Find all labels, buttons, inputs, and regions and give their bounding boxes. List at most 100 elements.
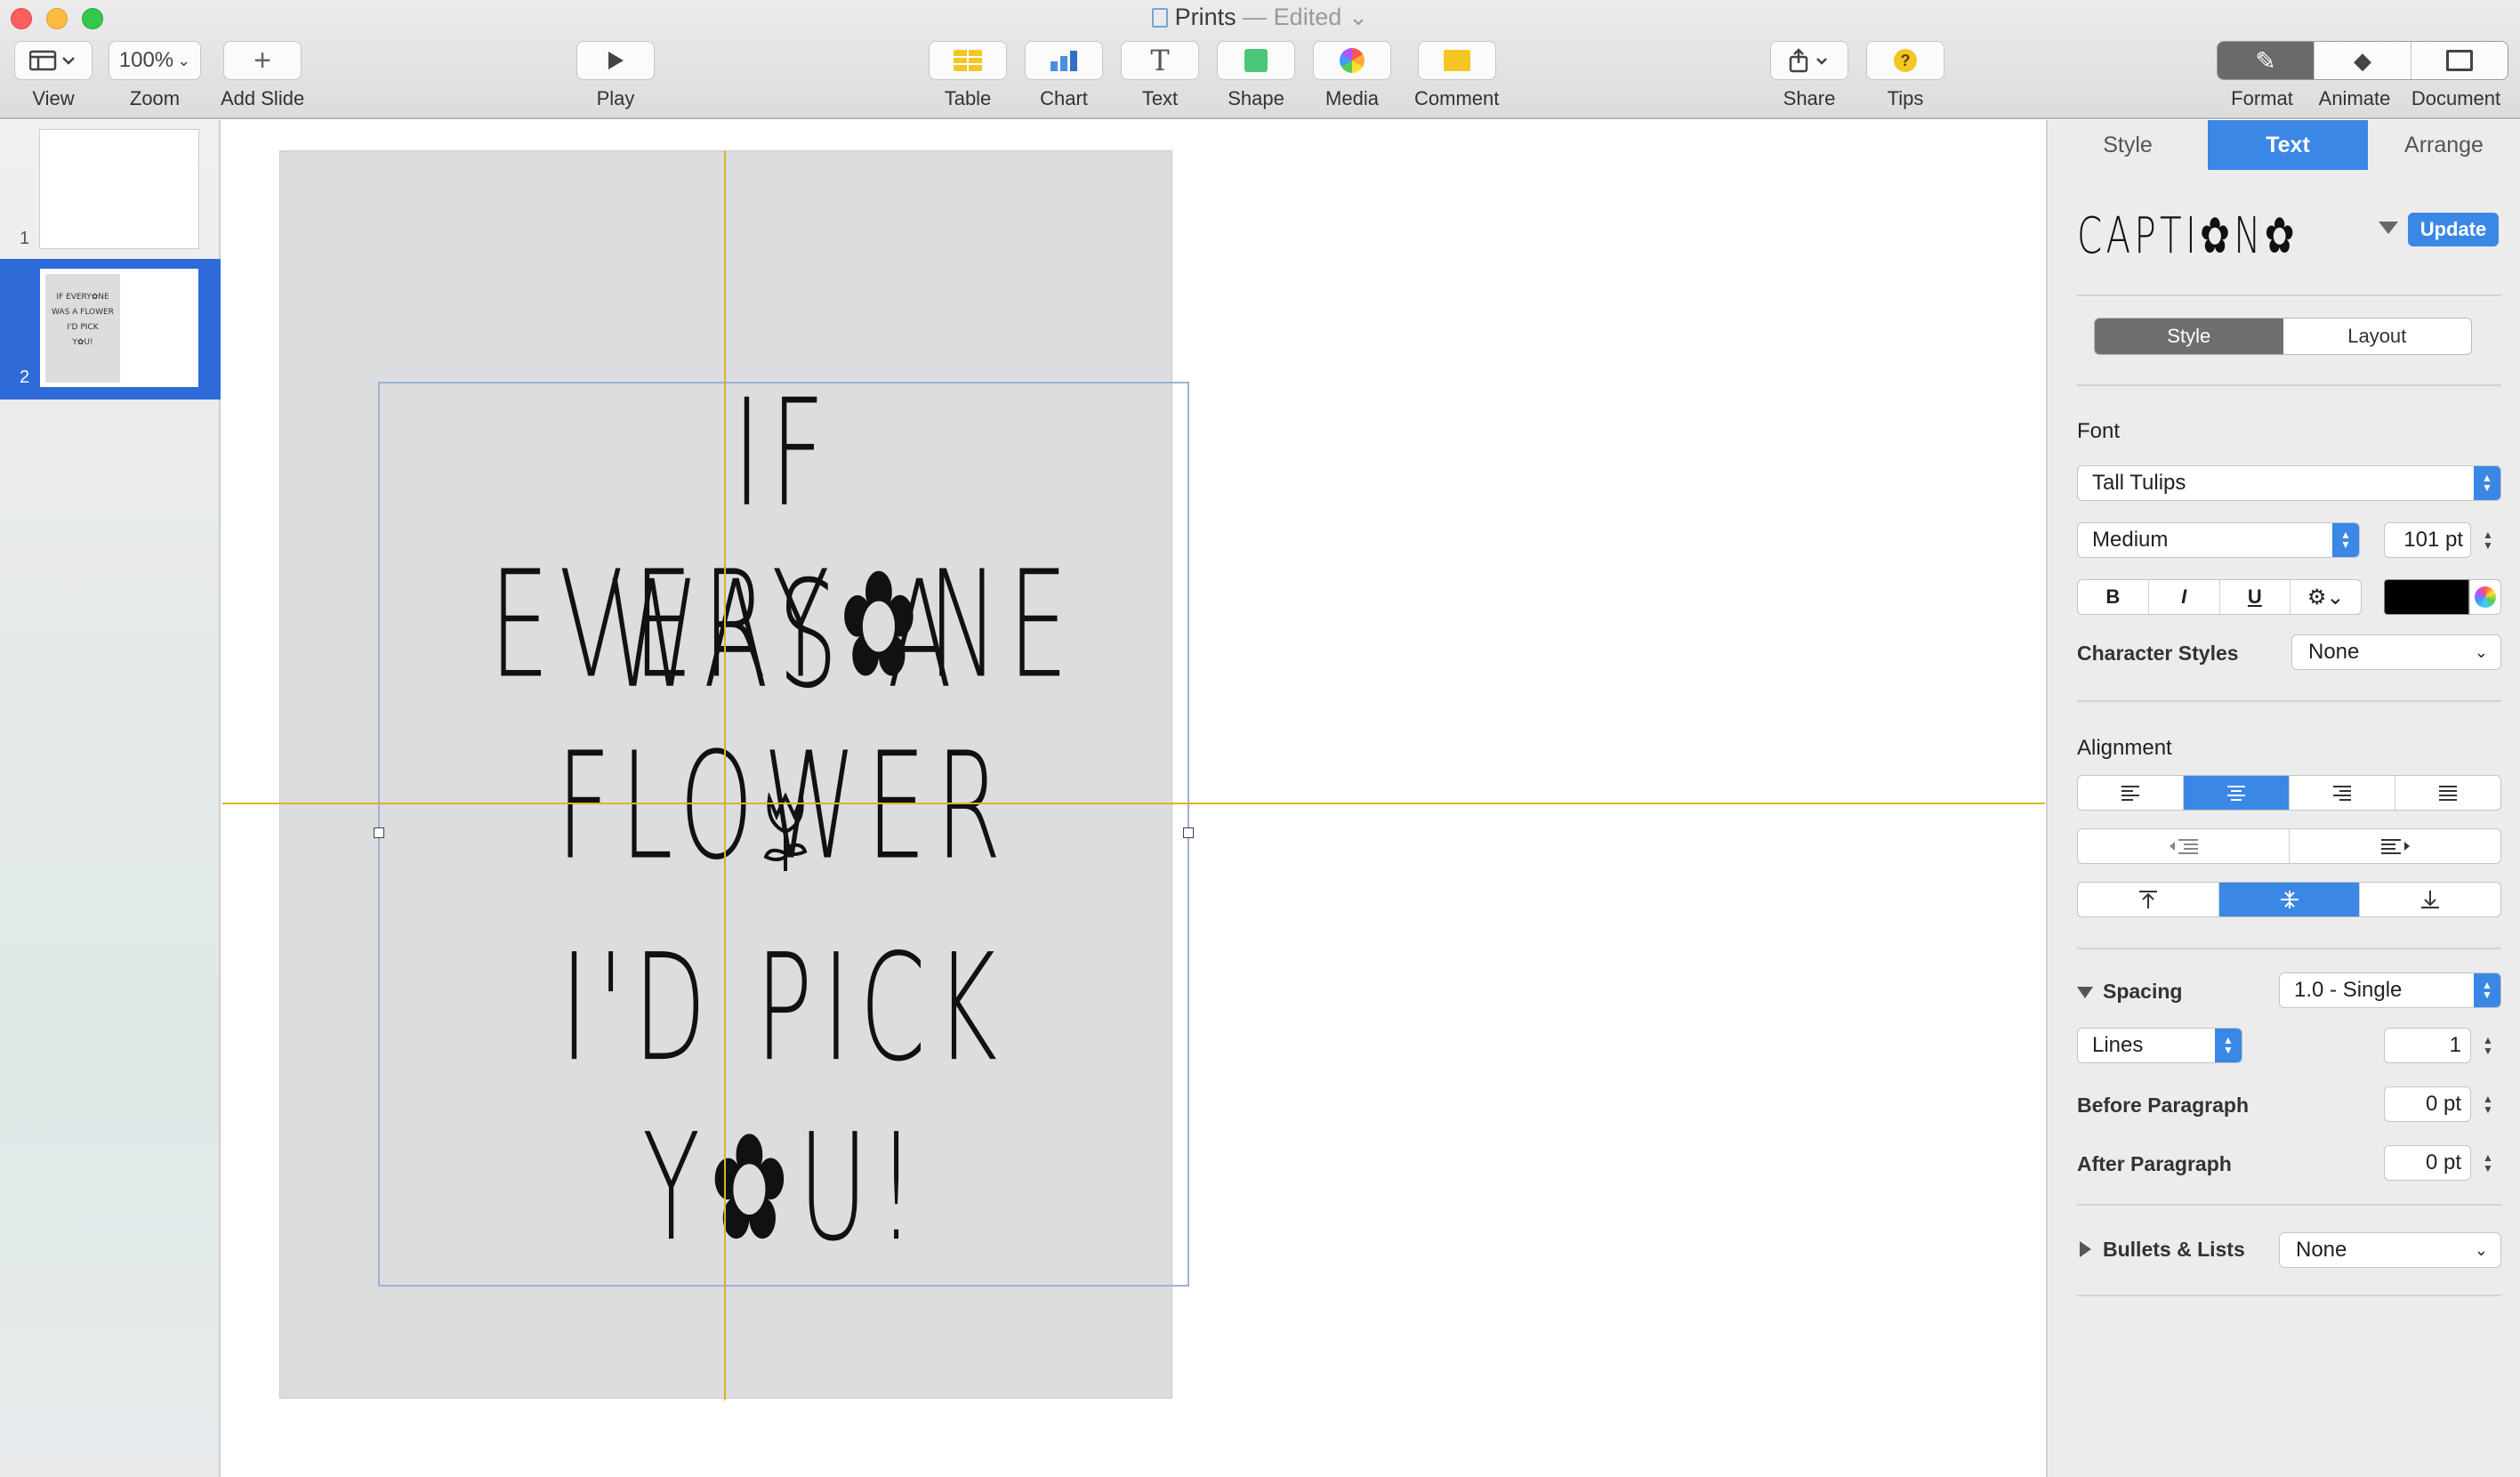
after-paragraph-stepper[interactable]: ▲ ▼ — [2478, 1145, 2498, 1181]
text-label: Text — [1141, 87, 1179, 109]
character-styles-select[interactable]: None ⌄ — [2291, 634, 2501, 670]
align-left-button[interactable] — [2078, 776, 2184, 810]
subtab-style[interactable]: Style — [2095, 319, 2283, 354]
updown-arrows-icon: ▲ ▼ — [2332, 523, 2359, 557]
table-button[interactable]: Table — [929, 41, 1007, 110]
align-right-button[interactable] — [2290, 776, 2395, 810]
horizontal-alignment-guide — [222, 803, 2045, 804]
tips-button[interactable]: ? Tips — [1866, 41, 1944, 110]
document-label: Document — [2411, 87, 2501, 109]
text-options-gear-icon[interactable]: ⚙⌄ — [2291, 580, 2361, 614]
media-button[interactable]: Media — [1313, 41, 1391, 110]
updown-arrows-icon: ▲ ▼ — [2474, 973, 2500, 1007]
increase-indent-button[interactable] — [2290, 829, 2500, 863]
subtab-layout[interactable]: Layout — [2283, 319, 2472, 354]
spacing-select[interactable]: 1.0 - Single ▲ ▼ — [2279, 973, 2501, 1008]
share-label: Share — [1783, 87, 1836, 109]
slide-thumbnail-2[interactable]: IF EVERY✿NE WAS A FLOWER I'D PICK Y✿U! — [39, 268, 199, 388]
slide-number-2: 2 — [20, 367, 30, 387]
spacing-disclosure-triangle-icon[interactable] — [2077, 987, 2093, 998]
share-icon — [1770, 41, 1848, 80]
after-paragraph-label: After Paragraph — [2077, 1152, 2232, 1175]
edited-status[interactable]: — Edited — [1243, 4, 1341, 30]
underline-button[interactable]: U — [2220, 580, 2291, 614]
play-icon — [576, 41, 655, 80]
view-button[interactable]: View — [14, 41, 93, 110]
font-name-select[interactable]: Tall Tulips ▲ ▼ — [2077, 465, 2501, 501]
text-button[interactable]: T Text — [1121, 41, 1199, 110]
line-spacing-field[interactable]: 1 — [2384, 1028, 2471, 1063]
align-center-button[interactable] — [2184, 776, 2290, 810]
align-top-button[interactable] — [2078, 883, 2219, 916]
justify-button[interactable] — [2395, 776, 2500, 810]
slide-thumbnail-1[interactable] — [39, 129, 199, 249]
slide[interactable]: IF EVERY✿NE WAS A FLOWER I'D PICK Y✿U! — [279, 150, 1194, 1399]
format-button[interactable]: ✎ — [2218, 42, 2315, 79]
vertical-alignment-control — [2077, 882, 2501, 917]
font-weight-select[interactable]: Medium ▲ ▼ — [2077, 522, 2360, 558]
line-spacing-stepper[interactable]: ▲ ▼ — [2478, 1028, 2498, 1063]
italic-button[interactable]: I — [2149, 580, 2220, 614]
align-middle-button[interactable] — [2218, 883, 2361, 916]
shape-button[interactable]: Shape — [1217, 41, 1295, 110]
decrease-indent-button[interactable] — [2078, 829, 2290, 863]
paragraph-style-menu-triangle-icon[interactable] — [2379, 222, 2398, 234]
resize-handle-right[interactable] — [1183, 827, 1194, 838]
align-bottom-button[interactable] — [2360, 883, 2500, 916]
update-button[interactable]: Update — [2408, 213, 2499, 246]
share-button[interactable]: Share — [1770, 41, 1848, 110]
spacing-label: Spacing — [2103, 980, 2183, 1003]
shape-icon — [1217, 41, 1295, 80]
font-name-value: Tall Tulips — [2092, 471, 2186, 495]
before-paragraph-label: Before Paragraph — [2077, 1094, 2250, 1117]
font-weight-value: Medium — [2092, 528, 2169, 552]
format-inspector: Style Text Arrange CAPTI✿N✿ Update Style… — [2046, 120, 2520, 1477]
text-box[interactable]: IF EVERY✿NE WAS A FLOWER I'D PICK Y✿U! — [374, 368, 1194, 1287]
text-icon: T — [1121, 41, 1199, 80]
document-button[interactable] — [2411, 42, 2508, 79]
play-button[interactable]: Play — [576, 41, 655, 110]
line-spacing-mode-select[interactable]: Lines ▲ ▼ — [2077, 1028, 2242, 1063]
add-slide-button[interactable]: + Add Slide — [221, 41, 304, 110]
bullets-lists-select[interactable]: None ⌄ — [2279, 1232, 2501, 1268]
add-slide-label: Add Slide — [221, 87, 305, 109]
shape-label: Shape — [1228, 87, 1284, 109]
font-size-field[interactable]: 101 pt — [2384, 522, 2471, 558]
indent-control — [2077, 828, 2501, 864]
animate-button[interactable]: ◆ — [2315, 42, 2411, 79]
resize-handle-left[interactable] — [374, 827, 384, 838]
paragraph-style-preview[interactable]: CAPTI✿N✿ — [2077, 197, 2295, 277]
color-wheel-icon[interactable] — [2469, 579, 2501, 615]
tab-text[interactable]: Text — [2208, 120, 2368, 170]
alignment-label: Alignment — [2077, 736, 2172, 760]
before-paragraph-stepper[interactable]: ▲ ▼ — [2478, 1086, 2498, 1122]
comment-button[interactable]: Comment — [1414, 41, 1499, 110]
font-size-stepper[interactable]: ▲ ▼ — [2478, 522, 2498, 558]
toolbar: Prints — Edited ⌄ View 100% ⌄ Zoom + Add … — [0, 0, 2520, 119]
zoom-button[interactable]: 100% ⌄ Zoom — [109, 41, 201, 110]
tab-style[interactable]: Style — [2048, 120, 2208, 170]
chevron-down-icon: ⌄ — [177, 51, 191, 69]
style-layout-switch: Style Layout — [2094, 318, 2472, 355]
inspector-switcher: ✎ ◆ — [2217, 41, 2508, 80]
chart-button[interactable]: Chart — [1025, 41, 1103, 110]
slide-canvas[interactable]: IF EVERY✿NE WAS A FLOWER I'D PICK Y✿U! — [222, 120, 2045, 1477]
align-middle-icon — [2280, 891, 2299, 908]
document-name[interactable]: Prints — [1175, 4, 1236, 30]
text-style-buttons: B I U ⚙⌄ — [2077, 579, 2362, 615]
thumb-line: WAS A FLOWER — [52, 308, 114, 317]
before-paragraph-field[interactable]: 0 pt — [2384, 1086, 2471, 1122]
align-top-icon — [2138, 891, 2157, 908]
align-bottom-icon — [2421, 891, 2440, 908]
slide-text-line: Y✿U! — [642, 1102, 925, 1275]
font-label: Font — [2077, 419, 2121, 443]
bullets-disclosure-triangle-icon[interactable] — [2080, 1241, 2091, 1257]
align-right-icon — [2333, 786, 2351, 801]
after-paragraph-field[interactable]: 0 pt — [2384, 1145, 2471, 1181]
tips-icon: ? — [1866, 41, 1944, 80]
bold-button[interactable]: B — [2078, 580, 2149, 614]
align-left-icon — [2121, 786, 2139, 801]
text-color-well[interactable] — [2384, 579, 2469, 615]
line-spacing-mode-value: Lines — [2092, 1033, 2144, 1057]
tab-arrange[interactable]: Arrange — [2368, 120, 2520, 170]
